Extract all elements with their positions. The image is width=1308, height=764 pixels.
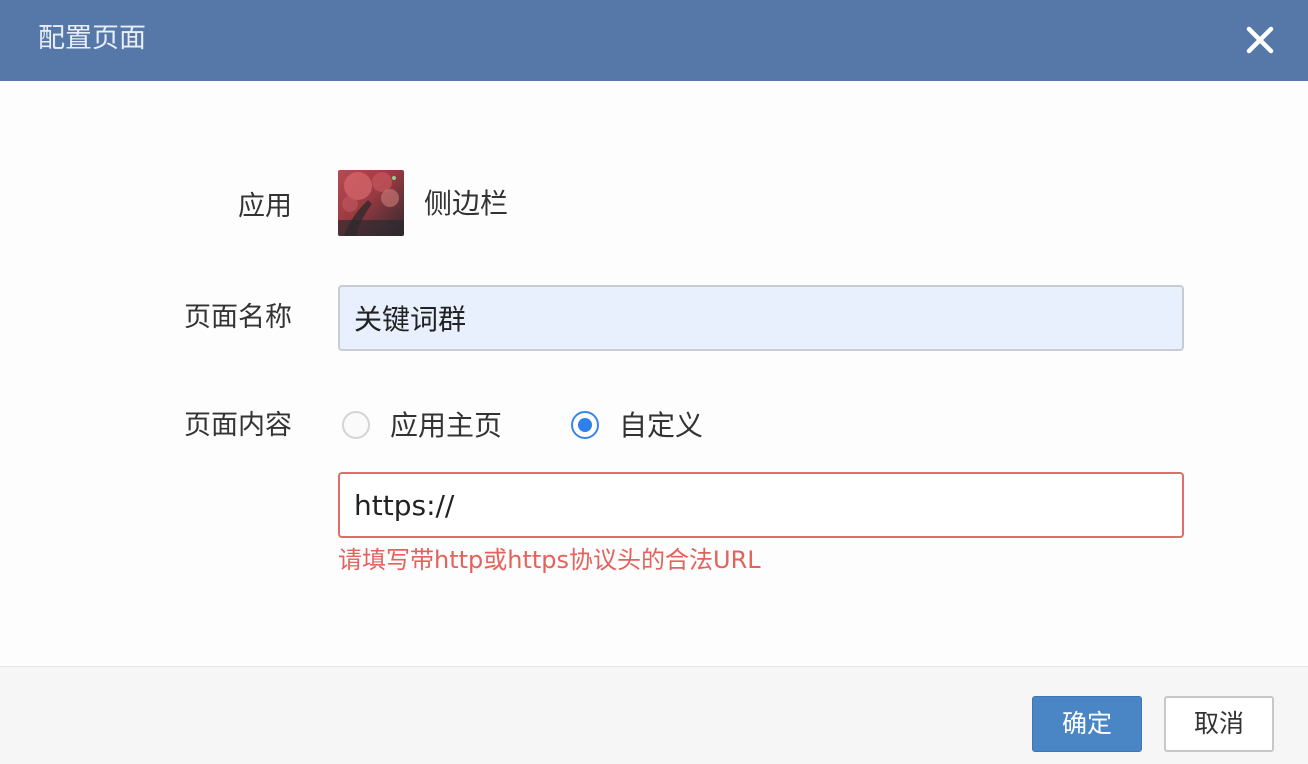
confirm-button[interactable]: 确定 xyxy=(1032,696,1142,752)
radio-checked-icon xyxy=(571,411,599,439)
page-name-input[interactable] xyxy=(338,285,1184,351)
page-name-label: 页面名称 xyxy=(184,302,292,333)
config-page-dialog: 配置页面 应用 侧边栏 页面名称 关键词群 页面内容 应用主页 自定义 http… xyxy=(0,0,1308,764)
dialog-header: 配置页面 xyxy=(0,0,1308,81)
app-name: 侧边栏 xyxy=(424,187,509,220)
close-icon xyxy=(1246,26,1274,54)
radio-app-home-label: 应用主页 xyxy=(390,409,503,442)
app-thumbnail xyxy=(338,170,404,236)
cancel-button[interactable]: 取消 xyxy=(1164,696,1274,752)
radio-custom-label: 自定义 xyxy=(619,409,704,442)
url-error-message: 请填写带http或https协议头的合法URL xyxy=(338,546,761,574)
close-button[interactable] xyxy=(1240,20,1280,60)
dialog-title: 配置页面 xyxy=(38,23,146,54)
dialog-body: 应用 侧边栏 页面名称 关键词群 页面内容 应用主页 自定义 https:// … xyxy=(0,81,1308,666)
page-content-label: 页面内容 xyxy=(184,410,292,441)
app-label: 应用 xyxy=(238,191,292,222)
dialog-footer: 确定 取消 xyxy=(0,666,1308,764)
radio-unchecked-icon xyxy=(342,411,370,439)
url-input[interactable] xyxy=(338,472,1184,538)
